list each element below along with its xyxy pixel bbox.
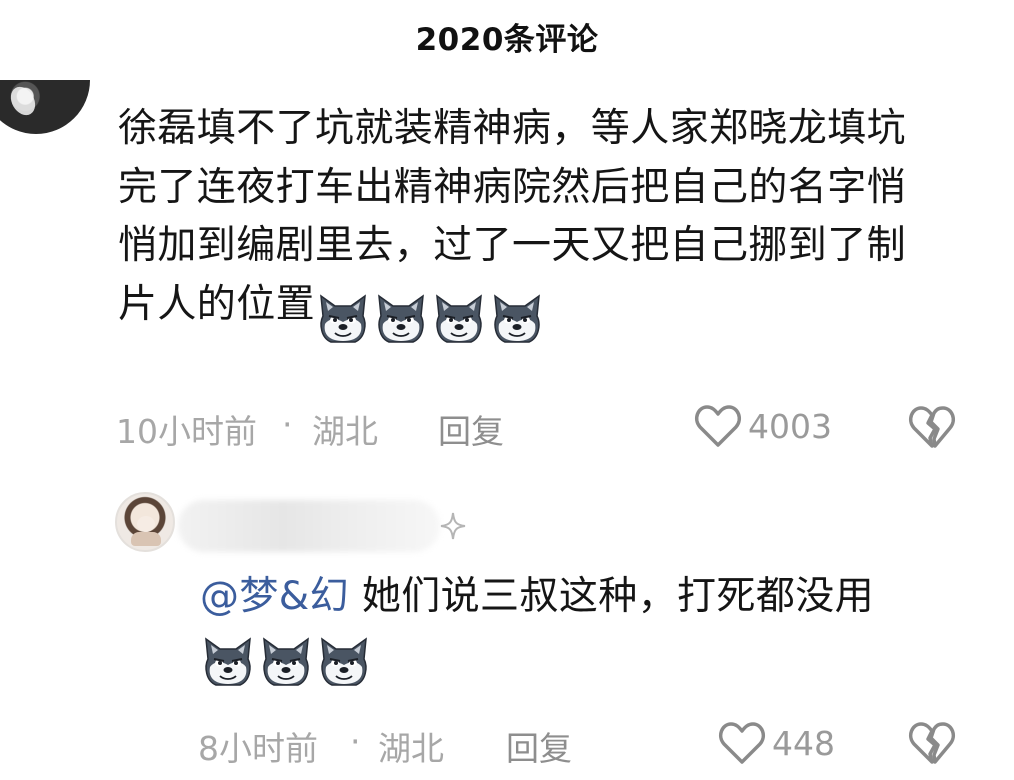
blurred-username[interactable]: [178, 500, 440, 552]
reply-dislike-icon[interactable]: [908, 721, 956, 765]
husky-doge-emoji-icon: [205, 636, 251, 686]
reply-avatar[interactable]: [115, 492, 175, 552]
meta-separator: ·: [282, 405, 293, 444]
emoji-row: [315, 290, 547, 349]
dislike-icon[interactable]: [908, 405, 956, 449]
comment-time: 10小时前: [116, 412, 257, 451]
heart-icon: [695, 405, 741, 447]
husky-doge-emoji-icon: [378, 294, 424, 343]
reply-body[interactable]: @梦&幻 她们说三叔这种，打死都没用: [200, 568, 980, 690]
comment-location: 湖北: [312, 412, 378, 451]
reply-text: 她们说三叔这种，打死都没用: [349, 574, 875, 619]
like-count: 4003: [748, 406, 832, 446]
heart-icon: [719, 722, 765, 764]
reply-location: 湖北: [378, 729, 444, 768]
husky-doge-emoji-icon: [320, 294, 366, 343]
avatar[interactable]: [0, 80, 90, 134]
reply-like-button[interactable]: 448: [718, 721, 835, 765]
reply-reply-button[interactable]: 回复: [506, 722, 572, 770]
husky-doge-emoji-icon: [321, 636, 367, 686]
comments-header: 2020条评论: [0, 0, 1014, 78]
comment-count-title: 2020条评论: [415, 22, 599, 58]
emoji-row: [200, 632, 374, 690]
reply-button[interactable]: 回复: [438, 405, 504, 453]
husky-doge-emoji-icon: [436, 294, 482, 343]
reply-like-count: 448: [772, 723, 835, 763]
husky-doge-emoji-icon: [263, 636, 309, 686]
reply-time: 8小时前: [198, 729, 318, 768]
like-button[interactable]: 4003: [694, 404, 832, 448]
comment-body[interactable]: 徐磊填不了坑就装精神病，等人家郑晓龙填坑完了连夜打车出精神病院然后把自己的名字悄…: [118, 100, 938, 348]
meta-separator: ·: [350, 722, 361, 761]
husky-doge-emoji-icon: [494, 294, 540, 343]
sparkle-icon: [440, 512, 466, 540]
mention-link[interactable]: @梦&幻: [200, 574, 349, 619]
